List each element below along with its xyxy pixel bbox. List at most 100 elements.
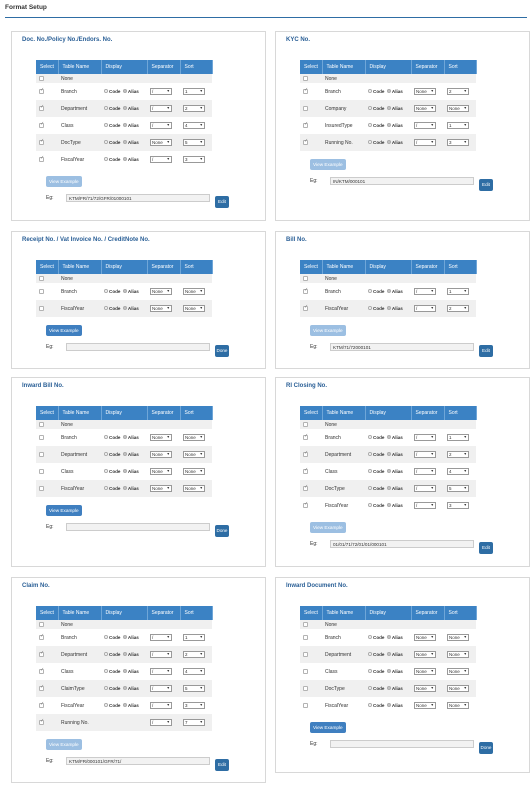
alias-radio[interactable] xyxy=(122,306,127,311)
sort-select[interactable]: None ▼ xyxy=(447,651,469,658)
separator-select[interactable]: / ▼ xyxy=(150,156,172,163)
separator-select[interactable]: / ▼ xyxy=(414,434,436,441)
code-radio[interactable] xyxy=(368,123,372,128)
select-checkbox[interactable] xyxy=(303,275,308,281)
select-checkbox[interactable] xyxy=(303,651,308,657)
select-checkbox[interactable] xyxy=(303,634,308,640)
example-output-field[interactable]: KTM/FR/71/72/GFR/01000101 xyxy=(66,194,210,202)
select-checkbox[interactable] xyxy=(39,621,44,627)
separator-select[interactable]: / ▼ xyxy=(414,288,436,295)
select-checkbox[interactable] xyxy=(39,121,44,128)
select-checkbox[interactable] xyxy=(303,668,308,674)
sort-select[interactable]: 2 ▼ xyxy=(447,451,469,458)
sort-select[interactable]: None ▼ xyxy=(447,105,469,112)
select-checkbox[interactable] xyxy=(303,685,308,691)
code-radio[interactable] xyxy=(368,669,372,674)
sort-select[interactable]: 1 ▼ xyxy=(447,122,469,129)
code-radio[interactable] xyxy=(368,106,372,111)
code-radio[interactable] xyxy=(368,452,372,457)
select-checkbox[interactable] xyxy=(39,421,44,427)
select-checkbox[interactable] xyxy=(39,667,44,674)
select-checkbox[interactable] xyxy=(303,501,308,508)
alias-radio[interactable] xyxy=(386,140,391,145)
select-checkbox[interactable] xyxy=(303,450,308,457)
alias-radio[interactable] xyxy=(386,635,391,640)
select-checkbox[interactable] xyxy=(39,718,44,725)
code-radio[interactable] xyxy=(368,503,372,508)
separator-select[interactable]: / ▼ xyxy=(150,122,172,129)
view-example-button[interactable]: View Example xyxy=(310,522,346,533)
code-radio[interactable] xyxy=(104,306,108,311)
separator-select[interactable]: / ▼ xyxy=(414,502,436,509)
separator-select[interactable]: None ▼ xyxy=(414,651,436,658)
alias-radio[interactable] xyxy=(122,140,127,145)
select-checkbox[interactable] xyxy=(39,275,44,281)
separator-select[interactable]: / ▼ xyxy=(150,88,172,95)
code-radio[interactable] xyxy=(104,452,108,457)
select-checkbox[interactable] xyxy=(303,138,308,145)
sort-select[interactable]: 1 ▼ xyxy=(183,88,205,95)
sort-select[interactable]: 3 ▼ xyxy=(447,502,469,509)
sort-select[interactable]: 1 ▼ xyxy=(447,434,469,441)
sort-select[interactable]: 4 ▼ xyxy=(183,122,205,129)
code-radio[interactable] xyxy=(104,469,108,474)
separator-select[interactable]: None ▼ xyxy=(414,685,436,692)
sort-select[interactable]: None ▼ xyxy=(447,702,469,709)
select-checkbox[interactable] xyxy=(39,434,44,440)
code-radio[interactable] xyxy=(104,669,108,674)
select-checkbox[interactable] xyxy=(39,155,44,162)
sort-select[interactable]: None ▼ xyxy=(183,434,205,441)
select-checkbox[interactable] xyxy=(39,87,44,94)
code-radio[interactable] xyxy=(104,289,108,294)
select-checkbox[interactable] xyxy=(39,451,44,457)
select-checkbox[interactable] xyxy=(39,468,44,474)
separator-select[interactable]: / ▼ xyxy=(150,651,172,658)
sort-select[interactable]: None ▼ xyxy=(183,305,205,312)
select-checkbox[interactable] xyxy=(303,121,308,128)
code-radio[interactable] xyxy=(104,157,108,162)
alias-radio[interactable] xyxy=(122,106,127,111)
view-example-button[interactable]: View Example xyxy=(310,722,346,733)
separator-select[interactable]: / ▼ xyxy=(414,485,436,492)
example-output-field[interactable]: KTM/71/72000101 xyxy=(330,343,474,351)
alias-radio[interactable] xyxy=(386,123,391,128)
select-checkbox[interactable] xyxy=(303,105,308,111)
example-output-field[interactable]: IN/KTM/000101 xyxy=(330,177,474,185)
alias-radio[interactable] xyxy=(122,157,127,162)
alias-radio[interactable] xyxy=(122,669,127,674)
sort-select[interactable]: 3 ▼ xyxy=(183,156,205,163)
select-checkbox[interactable] xyxy=(39,138,44,145)
sort-select[interactable]: 3 ▼ xyxy=(447,139,469,146)
select-checkbox[interactable] xyxy=(303,433,308,440)
alias-radio[interactable] xyxy=(122,652,127,657)
sort-select[interactable]: 2 ▼ xyxy=(447,305,469,312)
alias-radio[interactable] xyxy=(386,652,391,657)
select-checkbox[interactable] xyxy=(39,701,44,708)
sort-select[interactable]: None ▼ xyxy=(183,451,205,458)
alias-radio[interactable] xyxy=(122,469,127,474)
done-button[interactable]: Done xyxy=(479,742,493,754)
sort-select[interactable]: 1 ▼ xyxy=(447,288,469,295)
alias-radio[interactable] xyxy=(386,486,391,491)
separator-select[interactable]: / ▼ xyxy=(414,305,436,312)
code-radio[interactable] xyxy=(104,686,108,691)
separator-select[interactable]: None ▼ xyxy=(414,668,436,675)
code-radio[interactable] xyxy=(368,652,372,657)
alias-radio[interactable] xyxy=(386,89,391,94)
example-output-field[interactable]: 01/01/71/72/01/01/000101 xyxy=(330,540,474,548)
code-radio[interactable] xyxy=(368,469,372,474)
alias-radio[interactable] xyxy=(122,635,127,640)
sort-select[interactable]: None ▼ xyxy=(447,634,469,641)
select-checkbox[interactable] xyxy=(39,75,44,81)
sort-select[interactable]: 7 ▼ xyxy=(183,719,205,726)
separator-select[interactable]: None ▼ xyxy=(150,305,172,312)
edit-button[interactable]: Edit xyxy=(479,345,493,357)
alias-radio[interactable] xyxy=(122,123,127,128)
alias-radio[interactable] xyxy=(386,469,391,474)
view-example-button[interactable]: View Example xyxy=(310,159,346,170)
alias-radio[interactable] xyxy=(122,435,127,440)
alias-radio[interactable] xyxy=(386,669,391,674)
example-output-field[interactable] xyxy=(330,740,474,748)
example-output-field[interactable] xyxy=(66,523,210,531)
select-checkbox[interactable] xyxy=(303,87,308,94)
